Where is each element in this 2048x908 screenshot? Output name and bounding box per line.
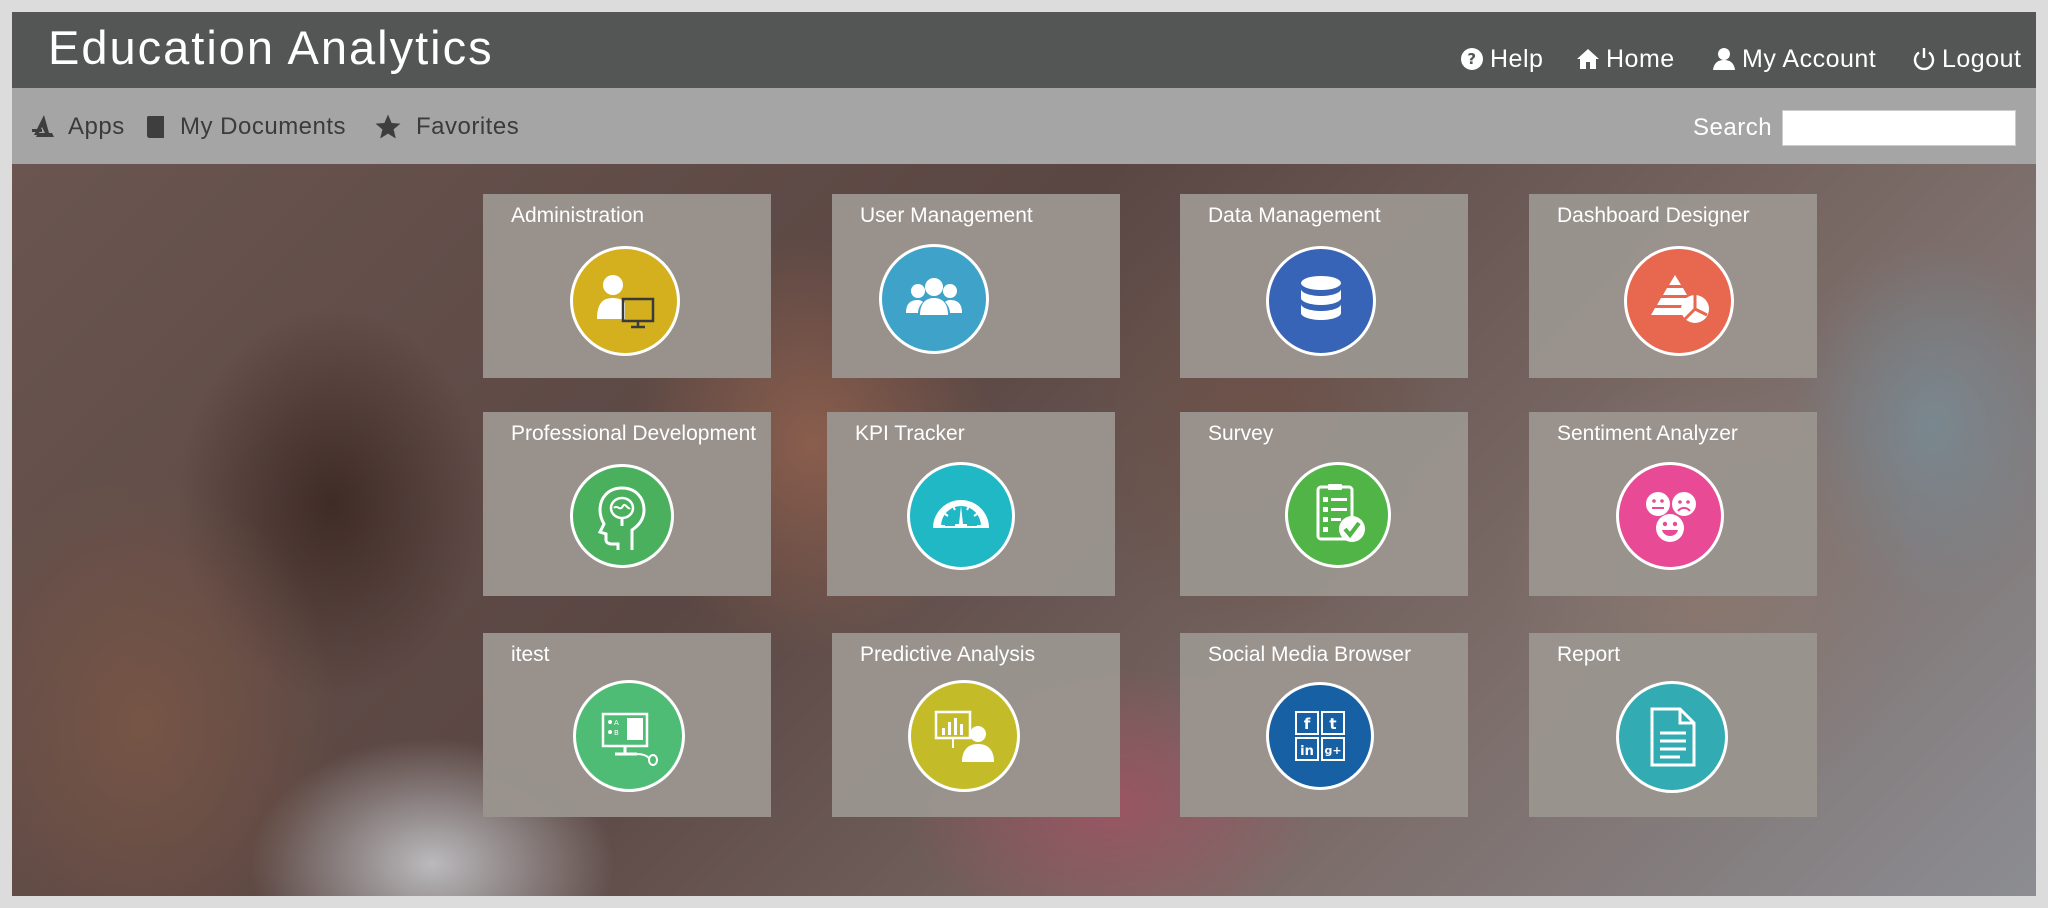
my-account-link[interactable]: My Account	[1712, 42, 1876, 76]
tile-dashboard-designer[interactable]: Dashboard Designer	[1529, 194, 1817, 378]
tile-label: Predictive Analysis	[860, 643, 1036, 666]
tile-administration[interactable]: Administration	[483, 194, 771, 378]
power-icon	[1913, 48, 1935, 71]
tile-social-media-browser[interactable]: Social Media Browser f t in g+	[1180, 633, 1468, 817]
help-icon: ?	[1461, 48, 1483, 70]
tile-user-management[interactable]: User Management	[832, 194, 1120, 378]
tile-label: Dashboard Designer	[1557, 204, 1750, 227]
help-link[interactable]: ? Help	[1460, 42, 1543, 76]
logout-label: Logout	[1942, 44, 2022, 73]
svg-text:A: A	[614, 719, 619, 727]
admin-user-monitor-icon	[570, 246, 680, 356]
svg-text:f: f	[1304, 715, 1311, 733]
search-label: Search	[1693, 114, 1773, 141]
svg-text:g+: g+	[1324, 744, 1341, 757]
social-grid-icon: f t in g+	[1266, 682, 1374, 790]
gauge-icon	[907, 462, 1015, 570]
head-brain-icon	[570, 464, 674, 568]
search-input[interactable]	[1782, 110, 2016, 146]
tile-kpi-tracker[interactable]: KPI Tracker	[827, 412, 1115, 596]
app-title: Education Analytics	[48, 21, 494, 74]
tile-sentiment-analyzer[interactable]: Sentiment Analyzer	[1529, 412, 1817, 596]
app-window: Education Analytics ? Help Home My Accou…	[12, 12, 2036, 896]
tile-label: Sentiment Analyzer	[1557, 422, 1738, 445]
home-link[interactable]: Home	[1576, 42, 1675, 76]
tile-predictive-analysis[interactable]: Predictive Analysis	[832, 633, 1120, 817]
database-icon	[1266, 246, 1376, 356]
tile-label: Report	[1557, 643, 1621, 666]
logout-link[interactable]: Logout	[1912, 42, 2021, 76]
my-account-label: My Account	[1742, 44, 1877, 73]
sub-navigation: Apps My Documents Favorites Search	[12, 88, 2036, 164]
favorites-label: Favorites	[416, 113, 520, 140]
document-icon	[1616, 681, 1728, 793]
apps-label: Apps	[68, 113, 125, 140]
favorites-link[interactable]: Favorites	[374, 110, 519, 144]
tile-label: KPI Tracker	[855, 422, 965, 445]
tile-label: Survey	[1208, 422, 1274, 445]
svg-text:?: ?	[1467, 50, 1476, 68]
tile-data-management[interactable]: Data Management	[1180, 194, 1468, 378]
tile-label: Professional Development	[511, 422, 757, 445]
tile-label: User Management	[860, 204, 1033, 227]
computer-quiz-icon: AB	[573, 680, 685, 792]
help-label: Help	[1490, 44, 1544, 73]
pyramid-chart-icon	[1624, 246, 1734, 356]
tile-professional-development[interactable]: Professional Development	[483, 412, 771, 596]
users-group-icon	[879, 244, 989, 354]
checklist-icon	[1285, 462, 1391, 568]
svg-text:t: t	[1329, 715, 1336, 733]
tile-itest[interactable]: itest AB	[483, 633, 771, 817]
home-label: Home	[1606, 44, 1675, 73]
tile-label: Administration	[511, 204, 645, 227]
tile-label: itest	[511, 643, 550, 666]
my-documents-link[interactable]: My Documents	[142, 110, 346, 144]
emoji-faces-icon	[1616, 462, 1724, 570]
apps-link[interactable]: Apps	[30, 110, 125, 144]
star-icon	[375, 114, 401, 139]
top-header: Education Analytics ? Help Home My Accou…	[12, 12, 2036, 88]
apps-icon	[32, 115, 54, 137]
presenter-chart-icon	[908, 680, 1020, 792]
tile-survey[interactable]: Survey	[1180, 412, 1468, 596]
svg-text:in: in	[1300, 744, 1314, 759]
tile-report[interactable]: Report	[1529, 633, 1817, 817]
my-documents-label: My Documents	[180, 113, 347, 140]
svg-text:B: B	[614, 729, 619, 737]
home-icon	[1577, 49, 1599, 69]
user-icon	[1713, 48, 1735, 70]
book-icon	[147, 116, 164, 138]
tile-label: Data Management	[1208, 204, 1381, 227]
tile-label: Social Media Browser	[1208, 643, 1412, 666]
